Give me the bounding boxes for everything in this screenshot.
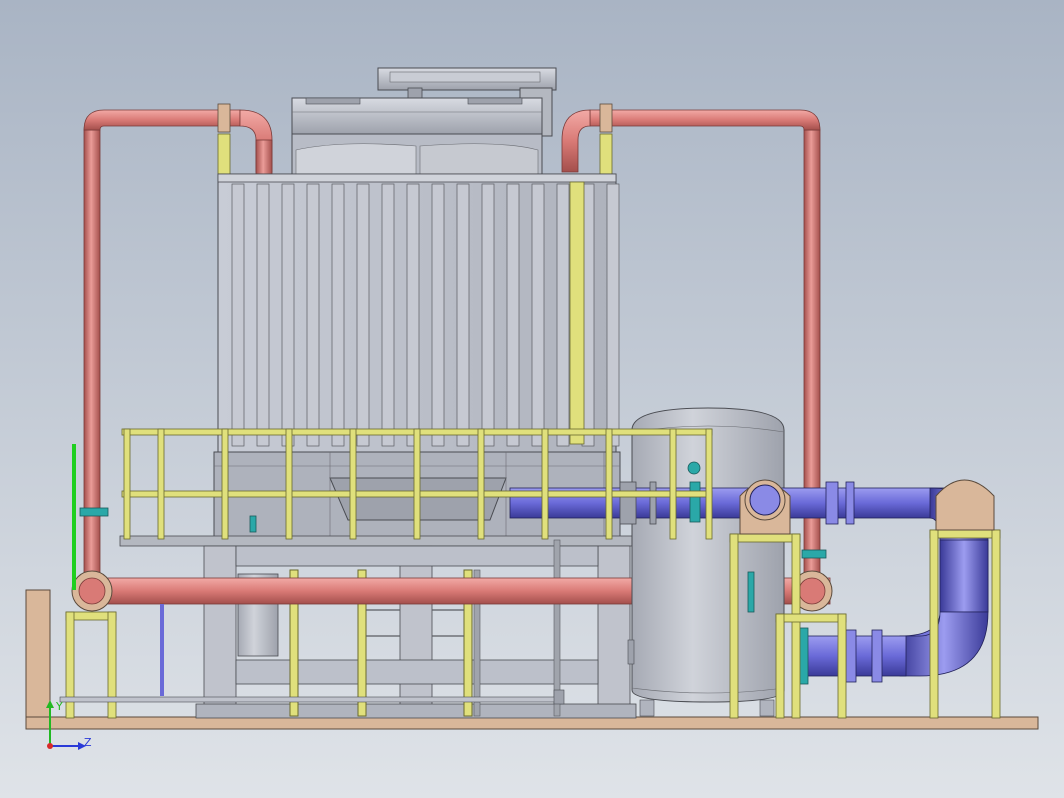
railing-post bbox=[705, 428, 713, 540]
railing-post bbox=[413, 428, 421, 540]
tower-rib bbox=[506, 183, 520, 447]
tower-rib bbox=[306, 183, 320, 447]
railing-post bbox=[605, 428, 613, 540]
axis-y-label: Y bbox=[55, 700, 63, 713]
tower-rib bbox=[481, 183, 495, 447]
cad-viewport[interactable]: Y Z bbox=[0, 0, 1064, 798]
tower-rib bbox=[256, 183, 270, 447]
railing-post bbox=[349, 428, 357, 540]
railing-post bbox=[285, 428, 293, 540]
tower-rib bbox=[556, 183, 570, 447]
tower-rib bbox=[281, 183, 295, 447]
tower-rib bbox=[456, 183, 470, 447]
tower-rib bbox=[381, 183, 395, 447]
railing-post bbox=[669, 428, 677, 540]
tower-rib bbox=[356, 183, 370, 447]
tower-rib bbox=[531, 183, 545, 447]
support-structure bbox=[119, 535, 711, 719]
tower-rib bbox=[331, 183, 345, 447]
level-indicator-rod bbox=[72, 444, 76, 590]
cooling-tower-model[interactable]: Y Z bbox=[0, 0, 1064, 798]
railing-post bbox=[477, 428, 485, 540]
railing-post bbox=[221, 428, 229, 540]
railing-post bbox=[123, 428, 131, 540]
tower-rib bbox=[231, 183, 245, 447]
railing-post bbox=[541, 428, 549, 540]
railing-post bbox=[157, 428, 165, 540]
tower-rib bbox=[406, 183, 420, 447]
cold-water-pipe-lower bbox=[797, 627, 907, 685]
tower-rib bbox=[431, 183, 445, 447]
axis-z-label: Z bbox=[84, 736, 92, 749]
tower-rib bbox=[606, 183, 620, 447]
